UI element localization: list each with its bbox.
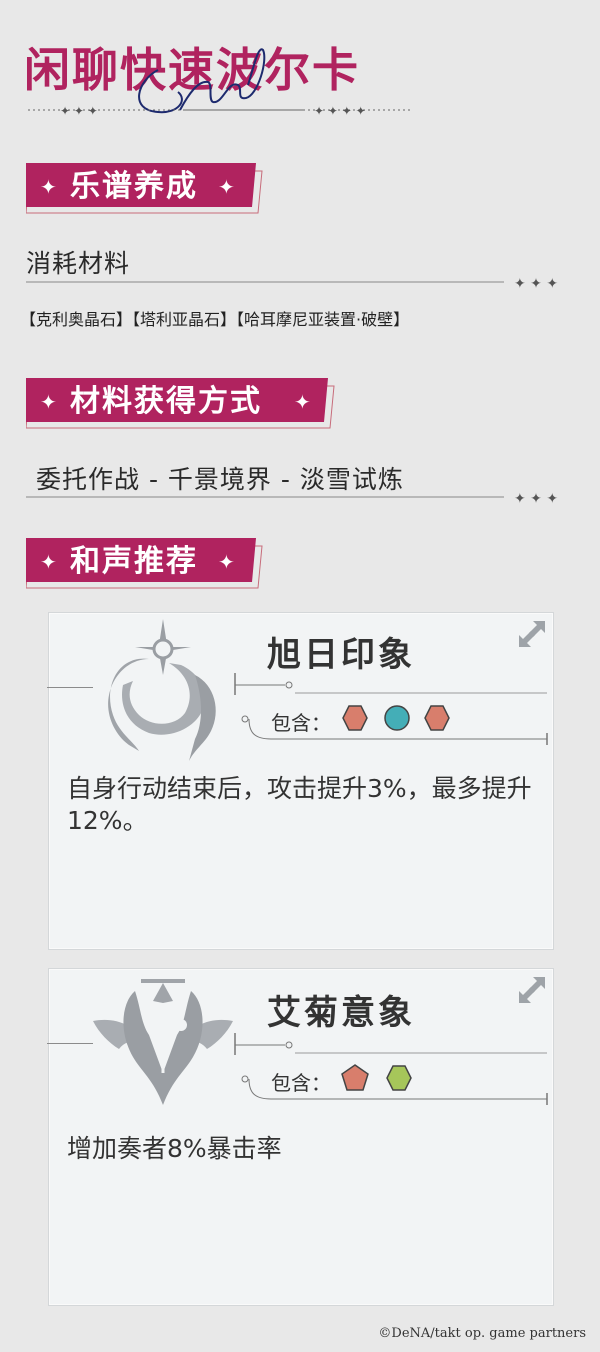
connector-line [47, 687, 93, 688]
svg-text:✦ ✦ ✦ ✦: ✦ ✦ ✦ ✦ [314, 104, 366, 118]
circle-gem-icon [384, 705, 410, 731]
star-icon: ✦ [218, 175, 235, 199]
svg-text:✦ ✦ ✦: ✦ ✦ ✦ [60, 104, 98, 118]
hexagon-gem-icon [386, 1065, 412, 1091]
copyright-text: ©DeNA/takt op. game partners [378, 1326, 586, 1341]
materials-list: 【克利奥晶石】【塔利亚晶石】【哈耳摩尼亚装置·破壁】 [20, 310, 410, 329]
harmony-card-sun[interactable]: 旭日印象 包含： 自身行动结束后，攻击提升3%，最多提升12%。 [47, 612, 554, 950]
tansy-emblem-icon [93, 979, 233, 1105]
divider: ✦ ✦ ✦ [26, 491, 558, 507]
section-title: 材料获得方式 [70, 384, 262, 419]
gem-list [341, 1064, 412, 1091]
expand-icon[interactable] [519, 621, 545, 647]
card-title: 艾菊意象 [267, 993, 415, 1033]
page: 闲聊快速波尔卡 ✦ ✦ ✦ ✦ ✦ ✦ ✦ ✦ 乐谱养成 ✦ 消耗材料 ✦ ✦ … [0, 0, 600, 1352]
contains-label: 包含： [271, 1071, 331, 1095]
section-title: 乐谱养成 [70, 169, 198, 204]
section-banner-harmony: ✦ 和声推荐 ✦ [26, 538, 266, 590]
connector-line [47, 1043, 93, 1044]
sun-emblem-icon [108, 619, 216, 761]
section-banner-score: ✦ 乐谱养成 ✦ [26, 163, 266, 215]
section-banner-obtain: ✦ 材料获得方式 ✦ [26, 378, 338, 430]
star-icon: ✦ [40, 175, 57, 199]
hexagon-gem-icon [424, 705, 450, 731]
star-icon: ✦ [294, 390, 311, 414]
section-title: 和声推荐 [70, 544, 198, 579]
card-description: 增加奏者8%暴击率 [67, 1134, 282, 1163]
star-icon: ✦ [40, 550, 57, 574]
expand-icon[interactable] [519, 977, 545, 1003]
harmony-card-tansy[interactable]: 艾菊意象 包含： 增加奏者8%暴击率 [47, 968, 554, 1306]
svg-text:✦ ✦ ✦: ✦ ✦ ✦ [514, 276, 558, 292]
gem-list [342, 705, 450, 731]
divider: ✦ ✦ ✦ [26, 276, 558, 292]
card-description: 自身行动结束后，攻击提升3%，最多提升12%。 [67, 774, 532, 835]
contains-label: 包含： [271, 711, 331, 735]
star-icon: ✦ [218, 550, 235, 574]
svg-text:✦ ✦ ✦: ✦ ✦ ✦ [514, 491, 558, 507]
star-icon: ✦ [40, 390, 57, 414]
title-divider: ✦ ✦ ✦ ✦ ✦ ✦ ✦ [28, 104, 410, 118]
pentagon-gem-icon [341, 1064, 369, 1091]
hexagon-gem-icon [342, 705, 368, 731]
